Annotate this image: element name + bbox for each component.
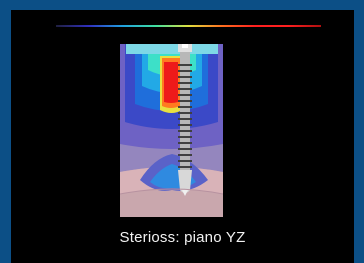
figure-caption: Sterioss: piano YZ bbox=[119, 229, 246, 246]
image-panel: Sterioss: piano YZ bbox=[11, 10, 354, 263]
color-scale-bar bbox=[56, 25, 321, 27]
implant-stress-map bbox=[120, 44, 223, 217]
